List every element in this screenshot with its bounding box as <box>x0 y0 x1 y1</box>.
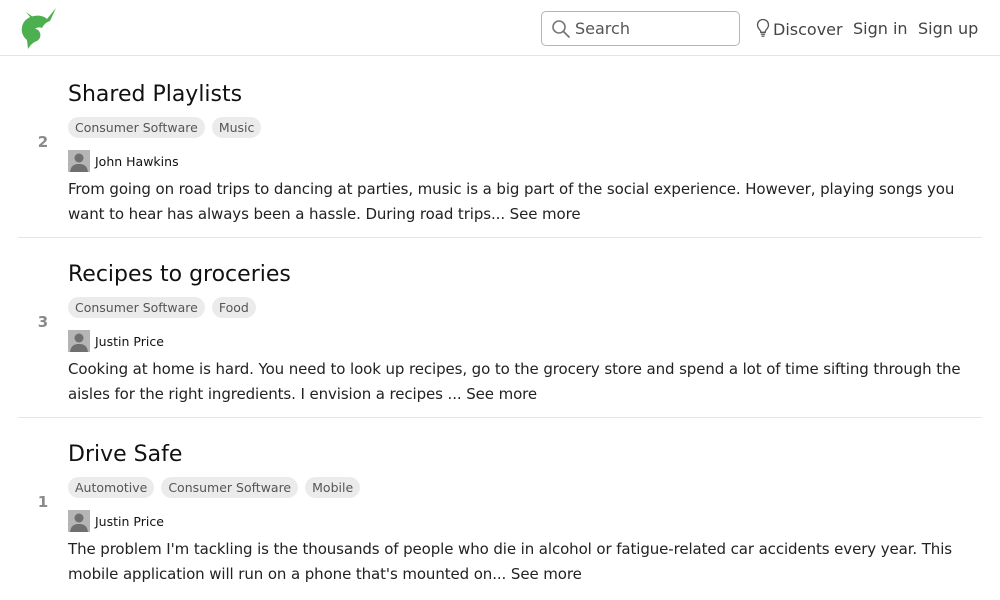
author-info: Justin Price <box>68 330 164 352</box>
user-silhouette-icon <box>68 330 90 352</box>
tag-chip[interactable]: Food <box>211 297 256 318</box>
see-more-link[interactable]: See more <box>510 205 581 223</box>
tag-chip[interactable]: Consumer Software <box>161 477 299 498</box>
author-name[interactable]: John Hawkins <box>95 154 179 169</box>
idea-list-item: 3 Recipes to groceries Consumer Software… <box>0 237 1000 417</box>
vote-count: 3 <box>37 313 49 331</box>
avatar[interactable] <box>68 330 90 352</box>
user-silhouette-icon <box>68 150 90 172</box>
tag-chip[interactable]: Consumer Software <box>68 297 205 318</box>
tag-chip[interactable]: Consumer Software <box>68 117 205 138</box>
search-icon <box>552 20 570 38</box>
tag-chip[interactable]: Mobile <box>305 477 361 498</box>
idea-list-item: 2 Shared Playlists Consumer Software Mus… <box>0 57 1000 237</box>
author-info: Justin Price <box>68 510 164 532</box>
author-name[interactable]: Justin Price <box>95 514 164 529</box>
tag-list: Consumer Software Food <box>68 297 256 318</box>
idea-title[interactable]: Shared Playlists <box>68 80 242 110</box>
see-more-link[interactable]: See more <box>511 565 582 583</box>
tag-list: Consumer Software Music <box>68 117 262 138</box>
lightbulb-icon <box>756 18 770 37</box>
idea-feed: 2 Shared Playlists Consumer Software Mus… <box>0 57 1000 597</box>
user-silhouette-icon <box>68 510 90 532</box>
vote-count: 2 <box>37 133 49 151</box>
vote-count: 1 <box>37 493 49 511</box>
sign-up-link[interactable]: Sign up <box>918 18 978 40</box>
search-box[interactable] <box>541 11 740 46</box>
search-input[interactable] <box>575 16 730 41</box>
author-name[interactable]: Justin Price <box>95 334 164 349</box>
unicorn-logo-icon[interactable] <box>20 6 58 50</box>
tag-chip[interactable]: Music <box>211 117 262 138</box>
idea-description: Cooking at home is hard. You need to loo… <box>68 357 986 407</box>
idea-title[interactable]: Drive Safe <box>68 440 182 470</box>
tag-chip[interactable]: Automotive <box>68 477 155 498</box>
idea-list-item: 1 Drive Safe Automotive Consumer Softwar… <box>0 417 1000 597</box>
avatar[interactable] <box>68 150 90 172</box>
tag-list: Automotive Consumer Software Mobile <box>68 477 361 498</box>
idea-description: From going on road trips to dancing at p… <box>68 177 986 227</box>
top-navigation-bar: Discover Sign in Sign up <box>0 0 1000 56</box>
avatar[interactable] <box>68 510 90 532</box>
author-info: John Hawkins <box>68 150 179 172</box>
discover-link[interactable]: Discover <box>756 18 843 41</box>
discover-label: Discover <box>773 20 843 39</box>
sign-in-link[interactable]: Sign in <box>853 18 908 40</box>
idea-title[interactable]: Recipes to groceries <box>68 260 291 290</box>
idea-description: The problem I'm tackling is the thousand… <box>68 537 986 587</box>
see-more-link[interactable]: See more <box>466 385 537 403</box>
